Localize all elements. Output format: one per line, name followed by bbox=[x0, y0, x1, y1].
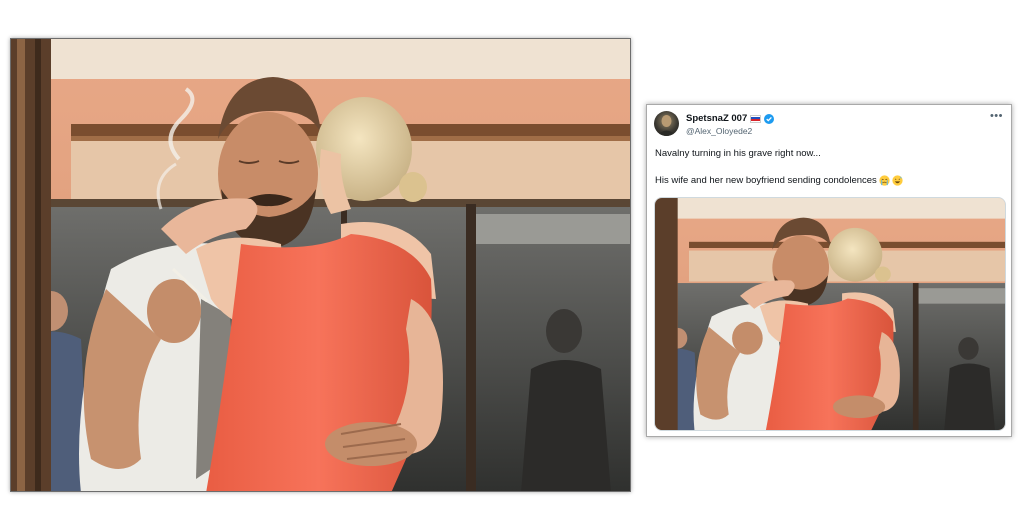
display-name[interactable]: SpetsnaZ 007 bbox=[686, 113, 747, 124]
more-options-icon[interactable]: ••• bbox=[990, 111, 1003, 122]
verified-badge-icon bbox=[764, 113, 775, 124]
avatar-image bbox=[657, 115, 676, 136]
russia-flag-icon bbox=[750, 114, 762, 123]
tweet-line-2: His wife and her new boyfriend sending c… bbox=[655, 174, 1003, 187]
avatar[interactable] bbox=[654, 111, 679, 136]
tweet-photo[interactable] bbox=[654, 197, 1006, 431]
photo-scene bbox=[11, 39, 630, 491]
tweet-header: SpetsnaZ 007 @Alex_Oloyede2 ••• bbox=[654, 111, 1003, 137]
tweet-text: Navalny turning in his grave right now..… bbox=[655, 147, 1003, 187]
tweet-line-1: Navalny turning in his grave right now..… bbox=[655, 148, 821, 159]
grinning-sweat-face-icon bbox=[892, 175, 903, 186]
main-photo bbox=[10, 38, 631, 492]
tweet-card: SpetsnaZ 007 @Alex_Oloyede2 ••• Navalny … bbox=[646, 104, 1012, 437]
tweet-line-2-text: His wife and her new boyfriend sending c… bbox=[655, 175, 877, 186]
crying-face-icon bbox=[879, 175, 890, 186]
handle[interactable]: @Alex_Oloyede2 bbox=[686, 126, 752, 136]
name-row: SpetsnaZ 007 bbox=[686, 113, 775, 124]
tweet-photo-scene bbox=[655, 198, 1005, 430]
